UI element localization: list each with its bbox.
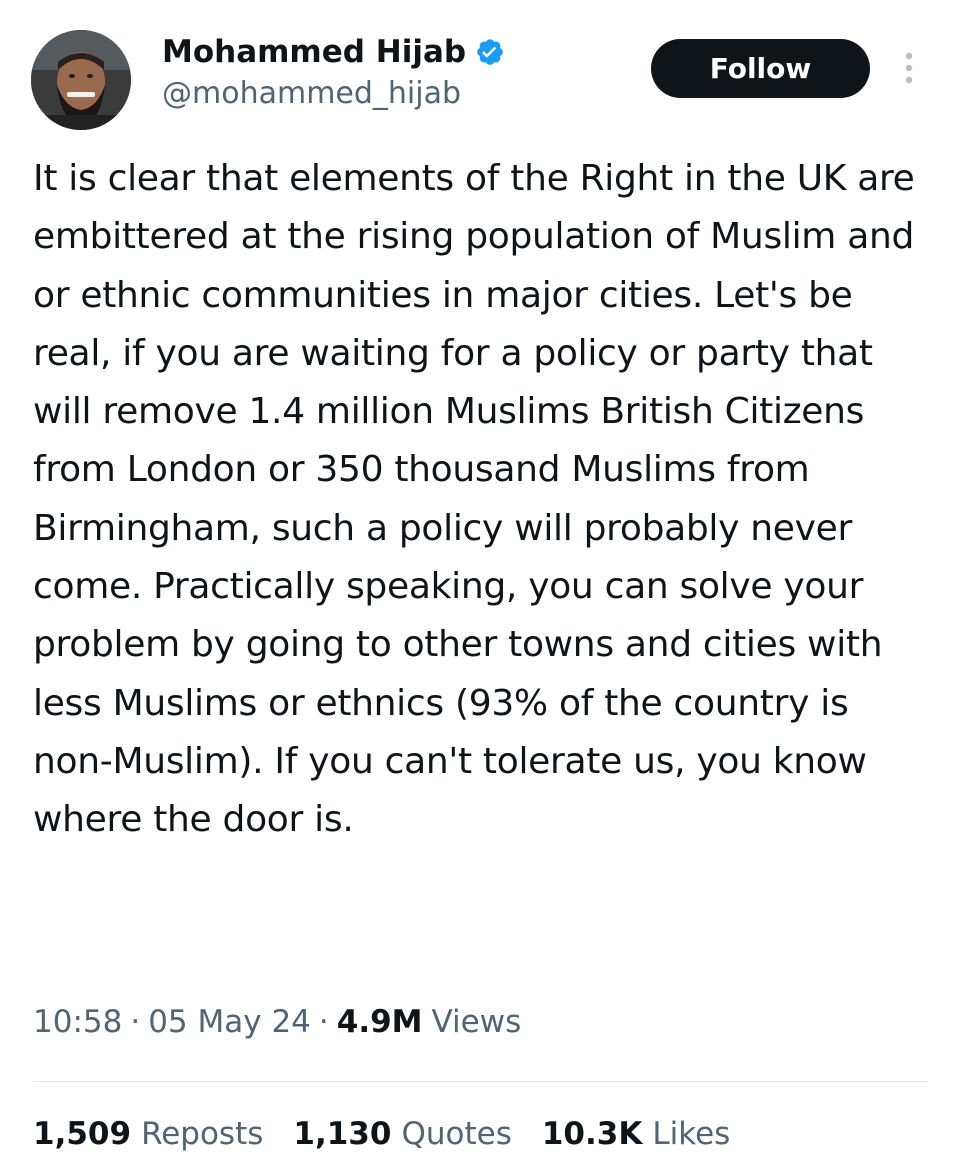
tweet-date[interactable]: 05 May 24 bbox=[148, 1004, 311, 1040]
profile-photo-icon bbox=[31, 30, 131, 130]
tweet-text: It is clear that elements of the Right i… bbox=[33, 158, 926, 841]
reposts-count: 1,509 bbox=[33, 1116, 132, 1152]
tweet-header: Mohammed Hijab @mohammed_hijab Follow bbox=[0, 0, 959, 140]
author-display-name[interactable]: Mohammed Hijab bbox=[162, 34, 466, 70]
likes-label: Likes bbox=[652, 1116, 731, 1152]
meta-separator: · bbox=[130, 1004, 141, 1040]
meta-separator: · bbox=[318, 1004, 329, 1040]
avatar[interactable] bbox=[31, 30, 131, 130]
verified-badge-icon[interactable] bbox=[475, 37, 505, 67]
reposts-label: Reposts bbox=[141, 1116, 264, 1152]
divider bbox=[33, 1081, 928, 1082]
views-count[interactable]: 4.9M bbox=[337, 1004, 423, 1040]
quotes-label: Quotes bbox=[401, 1116, 512, 1152]
stat-likes[interactable]: 10.3K Likes bbox=[542, 1116, 730, 1152]
author-handle[interactable]: @mohammed_hijab bbox=[162, 76, 461, 111]
author-name-row: Mohammed Hijab bbox=[162, 30, 505, 74]
stat-reposts[interactable]: 1,509 Reposts bbox=[33, 1116, 263, 1152]
views-label: Views bbox=[431, 1004, 522, 1040]
tweet-meta: 10:58 · 05 May 24 · 4.9M Views bbox=[33, 1004, 521, 1040]
stat-quotes[interactable]: 1,130 Quotes bbox=[293, 1116, 511, 1152]
tweet-time[interactable]: 10:58 bbox=[33, 1004, 122, 1040]
engagement-stats: 1,509 Reposts 1,130 Quotes 10.3K Likes bbox=[33, 1116, 760, 1152]
more-vertical-icon[interactable] bbox=[895, 48, 923, 88]
quotes-count: 1,130 bbox=[293, 1116, 392, 1152]
likes-count: 10.3K bbox=[541, 1116, 643, 1152]
follow-button[interactable]: Follow bbox=[651, 39, 870, 98]
